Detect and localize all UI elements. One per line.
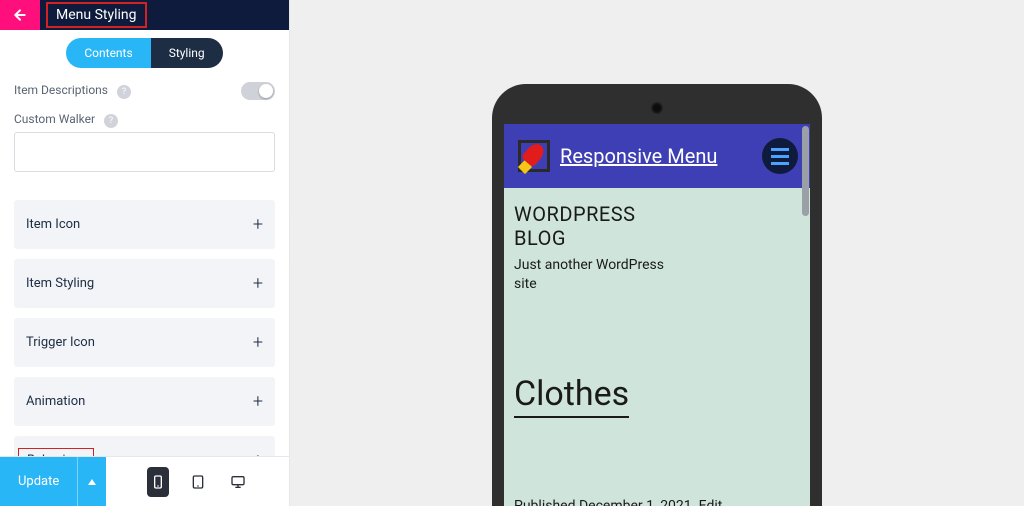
hamburger-button[interactable] bbox=[762, 138, 798, 174]
phone-screen: Responsive Menu WORDPRESS BLOG Just anot… bbox=[504, 124, 810, 506]
plus-icon: + bbox=[253, 332, 263, 353]
post-meta: Published December 1, 2021 Edit bbox=[514, 498, 800, 506]
panel-body: Item Descriptions ? Custom Walker ? Item… bbox=[0, 76, 289, 456]
tablet-icon bbox=[190, 474, 206, 490]
update-button[interactable]: Update bbox=[0, 457, 78, 506]
site-title: Responsive Menu bbox=[560, 144, 717, 168]
panel-title: Menu Styling bbox=[46, 2, 147, 28]
panel-header: Menu Styling bbox=[0, 0, 289, 30]
phone-camera bbox=[651, 102, 663, 114]
accordion-label: Animation bbox=[26, 394, 85, 409]
field-custom-walker: Custom Walker ? bbox=[14, 106, 275, 190]
site-body: WORDPRESS BLOG Just another WordPress si… bbox=[504, 188, 810, 506]
tab-styling[interactable]: Styling bbox=[151, 38, 223, 68]
accordion-label: Item Styling bbox=[26, 276, 94, 291]
preview-area: Responsive Menu WORDPRESS BLOG Just anot… bbox=[290, 0, 1024, 506]
rocket-logo-icon bbox=[516, 138, 552, 174]
accordion-behaviour[interactable]: Behaviour + bbox=[14, 436, 275, 456]
field-item-descriptions: Item Descriptions ? bbox=[14, 76, 275, 106]
tab-contents[interactable]: Contents bbox=[66, 38, 150, 68]
help-icon[interactable]: ? bbox=[117, 85, 131, 99]
device-mobile[interactable] bbox=[147, 467, 169, 497]
device-tablet[interactable] bbox=[187, 467, 209, 497]
custom-walker-input[interactable] bbox=[14, 132, 275, 172]
post-title-link[interactable]: Clothes bbox=[514, 374, 629, 418]
device-desktop[interactable] bbox=[227, 467, 249, 497]
plus-icon: + bbox=[253, 214, 263, 235]
accordion-item-styling[interactable]: Item Styling + bbox=[14, 259, 275, 308]
subtabs: Contents Styling bbox=[0, 30, 289, 76]
hamburger-line-icon bbox=[771, 162, 789, 165]
accordion-label: Behaviour bbox=[18, 448, 94, 456]
site-header: Responsive Menu bbox=[504, 124, 810, 188]
post-date: December 1, 2021 bbox=[579, 498, 692, 506]
update-dropdown[interactable] bbox=[78, 457, 106, 506]
back-button[interactable] bbox=[0, 0, 40, 30]
mobile-icon bbox=[150, 474, 166, 490]
custom-walker-label: Custom Walker bbox=[14, 112, 95, 126]
accordion-animation[interactable]: Animation + bbox=[14, 377, 275, 426]
device-toggles bbox=[106, 467, 289, 497]
accordion-label: Item Icon bbox=[26, 217, 80, 232]
hamburger-line-icon bbox=[771, 155, 789, 158]
accordion-item-icon[interactable]: Item Icon + bbox=[14, 200, 275, 249]
desktop-icon bbox=[230, 474, 246, 490]
accordion-list: Item Icon + Item Styling + Trigger Icon … bbox=[14, 200, 275, 456]
item-descriptions-label: Item Descriptions bbox=[14, 83, 108, 97]
caret-up-icon bbox=[87, 477, 97, 487]
plus-icon: + bbox=[253, 273, 263, 294]
blog-title: WORDPRESS BLOG bbox=[514, 202, 800, 250]
site-brand[interactable]: Responsive Menu bbox=[516, 138, 717, 174]
help-icon[interactable]: ? bbox=[104, 114, 118, 128]
plus-icon: + bbox=[253, 391, 263, 412]
settings-sidebar: Menu Styling Contents Styling Item Descr… bbox=[0, 0, 290, 506]
arrow-left-icon bbox=[12, 7, 28, 23]
accordion-label: Trigger Icon bbox=[26, 335, 95, 350]
hamburger-line-icon bbox=[771, 148, 789, 151]
post-edit-link[interactable]: Edit bbox=[699, 498, 723, 506]
accordion-trigger-icon[interactable]: Trigger Icon + bbox=[14, 318, 275, 367]
item-descriptions-toggle[interactable] bbox=[241, 82, 275, 100]
blog-tagline: Just another WordPress site bbox=[514, 256, 800, 294]
scrollbar-thumb[interactable] bbox=[802, 126, 809, 216]
panel-footer: Update bbox=[0, 456, 289, 506]
phone-frame: Responsive Menu WORDPRESS BLOG Just anot… bbox=[492, 84, 822, 506]
